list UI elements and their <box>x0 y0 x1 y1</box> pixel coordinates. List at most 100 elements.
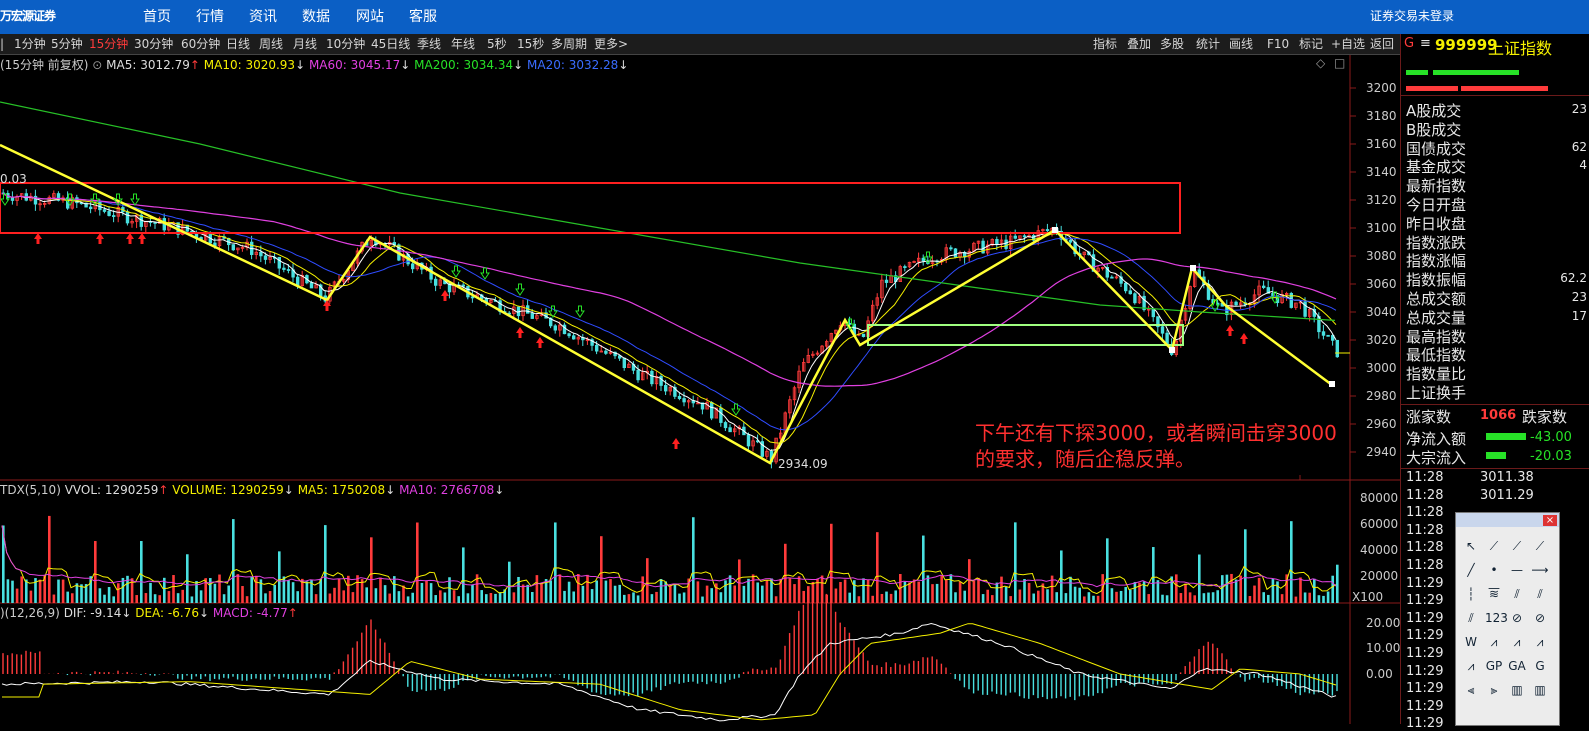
period-10min[interactable]: 10分钟 <box>326 34 365 54</box>
nav-data[interactable]: 数据 <box>302 0 330 34</box>
draw-tool-button[interactable]: ▥ <box>1531 681 1549 699</box>
period-45day[interactable]: 45日线 <box>371 34 410 54</box>
chevron-down-icon[interactable]: ⊙ <box>92 58 102 72</box>
period-1min[interactable]: 1分钟 <box>14 34 46 54</box>
tool-overlay[interactable]: 叠加 <box>1127 34 1151 54</box>
tool-indicator[interactable]: 指标 <box>1093 34 1117 54</box>
period-more[interactable]: 更多> <box>594 34 628 54</box>
volume-bar <box>1244 529 1247 603</box>
tool-f10[interactable]: F10 <box>1267 34 1289 54</box>
period-60min[interactable]: 60分钟 <box>181 34 220 54</box>
draw-tool-button[interactable]: ⩘ <box>1462 657 1480 675</box>
draw-tool-button[interactable]: ⩘ <box>1508 633 1526 651</box>
draw-tool-button[interactable]: ⫽ <box>1508 585 1526 603</box>
draw-tool-button[interactable]: ⫸ <box>1485 681 1503 699</box>
volume-bar <box>738 559 741 603</box>
period-season[interactable]: 季线 <box>417 34 441 54</box>
fall-label: 跌家数 <box>1522 408 1568 426</box>
volume-bar <box>1046 589 1049 603</box>
draw-tool-button[interactable]: ↖ <box>1462 537 1480 555</box>
draw-tool-button[interactable]: ⩘ <box>1485 633 1503 651</box>
volume-bar <box>1308 592 1311 603</box>
period-5min[interactable]: 5分钟 <box>51 34 83 54</box>
draw-tool-button[interactable]: ⊘ <box>1508 609 1526 627</box>
draw-tool-button[interactable]: GA <box>1508 657 1526 675</box>
draw-tool-button[interactable]: ┆ <box>1462 585 1480 603</box>
volume-bar <box>843 579 847 603</box>
volume-bars <box>1 515 1339 603</box>
volume-bar <box>554 522 557 603</box>
draw-tool-button[interactable]: — <box>1508 561 1526 579</box>
nav-quotes[interactable]: 行情 <box>196 0 224 34</box>
volume-bar <box>954 592 957 603</box>
draw-tool-button[interactable]: W <box>1462 633 1480 651</box>
tool-drawline[interactable]: 画线 <box>1229 34 1253 54</box>
draw-tool-button[interactable]: ⟋ <box>1531 537 1549 555</box>
tool-add-watchlist[interactable]: +自选 <box>1331 34 1365 54</box>
candle-body <box>282 267 286 270</box>
volume-bar <box>609 579 612 603</box>
volume-bar <box>1322 595 1325 603</box>
menu-icon[interactable]: ≡ <box>1420 36 1431 51</box>
candle-body <box>677 395 682 399</box>
arrow-up-icon: ↑ <box>158 483 169 497</box>
nav-news[interactable]: 资讯 <box>249 0 277 34</box>
draw-tool-button[interactable]: ╱ <box>1462 561 1480 579</box>
login-status[interactable]: 证券交易未登录 <box>1370 0 1454 34</box>
period-15sec[interactable]: 15秒 <box>517 34 544 54</box>
drawing-tools-palette[interactable]: × ↖ ⟋ ⟋ ⟋ ╱ •— — ⟶ ┆ ≋ ⫽ ⫽ ⫽ 123 ⊘ ⊘ W ⩘ ⩘ ⩘ ⩘ GP GA G ⫷ ⫸ ▥ ▥ <box>1455 512 1560 726</box>
volume-bar <box>1303 592 1307 603</box>
kline-chart[interactable] <box>0 55 1400 724</box>
draw-tool-button[interactable]: ⫽ <box>1531 585 1549 603</box>
volume-bar <box>370 537 373 603</box>
volume-bar <box>1004 586 1008 603</box>
candle-body <box>1022 235 1027 238</box>
draw-tool-button[interactable]: GP <box>1485 657 1503 675</box>
volume-bar <box>485 594 488 603</box>
period-15min[interactable]: 15分钟 <box>89 34 128 54</box>
period-month[interactable]: 月线 <box>293 34 317 54</box>
diamond-icon[interactable]: ◇ <box>1316 56 1325 70</box>
period-week[interactable]: 周线 <box>259 34 283 54</box>
tick-time: 11:29 <box>1406 663 1444 679</box>
square-icon[interactable]: □ <box>1334 56 1345 70</box>
buy-signal-arrow <box>516 327 524 338</box>
volume-bar <box>1078 587 1081 603</box>
period-30min[interactable]: 30分钟 <box>134 34 173 54</box>
draw-tool-button[interactable]: ⫷ <box>1462 681 1480 699</box>
tool-mark[interactable]: 标记 <box>1299 34 1323 54</box>
draw-tool-button[interactable]: ▥ <box>1508 681 1526 699</box>
draw-tool-button[interactable]: ⟶ <box>1531 561 1549 579</box>
period-5sec[interactable]: 5秒 <box>487 34 507 54</box>
candle-body <box>604 350 608 354</box>
close-icon[interactable]: × <box>1543 515 1557 526</box>
period-year[interactable]: 年线 <box>451 34 475 54</box>
candle-body <box>107 211 111 216</box>
macd-bars <box>1 583 1338 722</box>
draw-tool-button[interactable]: ⊘ <box>1531 609 1549 627</box>
draw-tool-button[interactable]: •— <box>1485 561 1503 595</box>
candle-body <box>1013 235 1017 239</box>
volume-bar <box>351 592 355 603</box>
volume-bar <box>103 594 106 603</box>
nav-website[interactable]: 网站 <box>356 0 384 34</box>
tool-stats[interactable]: 统计 <box>1196 34 1220 54</box>
nav-home[interactable]: 首页 <box>143 0 171 34</box>
draw-tool-button[interactable]: ⟋ <box>1508 537 1526 555</box>
block-inflow-value: -20.03 <box>1530 449 1572 464</box>
tool-back[interactable]: 返回 <box>1370 34 1394 54</box>
nav-service[interactable]: 客服 <box>409 0 437 34</box>
period-multi[interactable]: 多周期 <box>551 34 587 54</box>
price-tick-label: 3060 <box>1366 277 1397 291</box>
tool-multistock[interactable]: 多股 <box>1160 34 1184 54</box>
draw-tool-button[interactable]: ≋ <box>1485 585 1503 603</box>
draw-tool-button[interactable]: G <box>1531 657 1549 675</box>
candle-body <box>1068 239 1073 243</box>
draw-tool-button[interactable]: 123 <box>1485 609 1508 627</box>
draw-tool-button[interactable]: ⫽ <box>1462 609 1480 627</box>
volume-bar <box>374 588 378 603</box>
volume-bar <box>535 575 539 603</box>
draw-tool-button[interactable]: ⩘ <box>1531 633 1549 651</box>
period-day[interactable]: 日线 <box>226 34 250 54</box>
draw-tool-button[interactable]: ⟋ <box>1485 537 1503 555</box>
